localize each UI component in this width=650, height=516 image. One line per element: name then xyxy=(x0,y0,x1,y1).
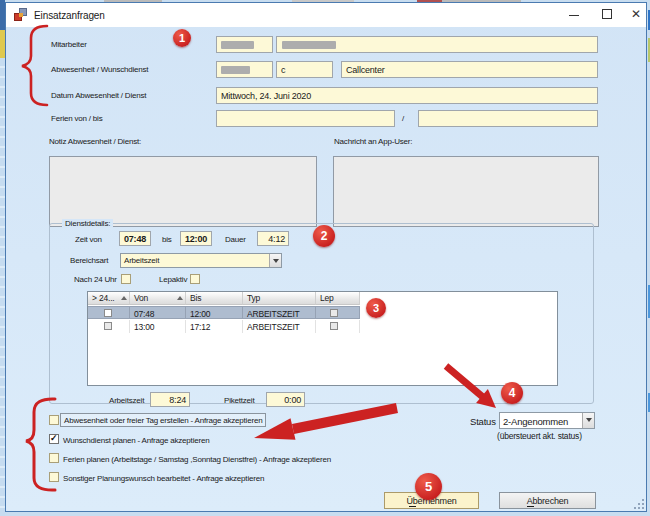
bis-label: bis xyxy=(162,235,172,244)
row-checkbox[interactable] xyxy=(330,322,338,330)
option-1-label: Abwesenheit oder freier Tag erstellen - … xyxy=(60,413,266,427)
notiz-label: Notiz Abwesenheit / Dienst: xyxy=(49,137,141,146)
abwesenheit-code-field[interactable]: c xyxy=(276,61,333,78)
nach24-checkbox[interactable] xyxy=(121,274,131,284)
pikettzeit-field[interactable]: 0:00 xyxy=(266,392,305,407)
abwesenheit-id-field[interactable] xyxy=(216,61,273,78)
option-4-label: Sonstiger Planungswunsch bearbeitet - An… xyxy=(63,474,264,483)
annotation-circle-1: 1 xyxy=(173,29,191,47)
ferien-label: Ferien von / bis xyxy=(51,114,103,123)
abwesenheit-name-field[interactable]: Callcenter xyxy=(341,61,598,78)
bereichsart-value: Arbeitszeit xyxy=(124,256,159,265)
pikettzeit-label: Pikettzeit xyxy=(224,396,254,405)
ferien-bis-field[interactable] xyxy=(418,110,598,127)
col-header-typ[interactable]: Typ xyxy=(243,292,316,305)
zeit-von-label: Zeit von xyxy=(75,235,102,244)
lepaktiv-checkbox[interactable] xyxy=(190,274,200,284)
status-value: 2-Angenommen xyxy=(503,416,568,427)
row-checkbox[interactable] xyxy=(330,309,338,317)
status-note: (übersteuert akt. status) xyxy=(497,431,582,441)
annotation-circle-2: 2 xyxy=(313,225,335,247)
maximize-icon xyxy=(602,9,612,19)
screen: { "window": { "title": "Einsatzanfragen"… xyxy=(0,0,650,516)
col-header-bis[interactable]: Bis xyxy=(186,292,243,305)
bereichsart-combo[interactable]: Arbeitszeit xyxy=(120,253,282,268)
close-icon: ✕ xyxy=(631,7,641,21)
table-row[interactable]: 07:48 12:00 ARBEITSZEIT xyxy=(88,306,360,319)
app-icon xyxy=(14,8,27,21)
status-dropdown-icon[interactable] xyxy=(582,413,594,428)
window-title: Einsatzanfragen xyxy=(34,10,105,21)
datum-field[interactable]: Mittwoch, 24. Juni 2020 xyxy=(216,87,598,104)
nachricht-textarea[interactable] xyxy=(333,156,599,227)
bereichsart-dropdown-icon[interactable] xyxy=(269,254,281,267)
ferien-separator: / xyxy=(402,114,404,123)
mitarbeiter-id-field[interactable] xyxy=(216,36,273,53)
datum-label: Datum Abwesenheit / Dienst xyxy=(51,91,146,100)
nach24-label: Nach 24 Uhr xyxy=(74,275,117,284)
arbeitszeit-label: Arbeitszeit xyxy=(109,396,144,405)
ferien-von-field[interactable] xyxy=(216,110,395,127)
option-2-checkbox[interactable]: ✓ xyxy=(49,434,59,444)
minimize-button[interactable] xyxy=(559,3,588,27)
status-label: Status xyxy=(470,416,496,427)
option-1-checkbox[interactable] xyxy=(49,415,59,425)
row-checkbox[interactable] xyxy=(104,309,112,317)
check-icon: ✓ xyxy=(50,433,58,443)
zeit-von-field[interactable]: 07:48 xyxy=(119,231,151,246)
col-header-lep[interactable]: Lep xyxy=(316,292,360,305)
mitarbeiter-name-field[interactable] xyxy=(276,36,598,53)
resize-grip[interactable] xyxy=(634,499,644,509)
dienstdetails-label: Dienstdetails: xyxy=(62,219,113,228)
status-combo[interactable]: 2-Angenommen xyxy=(499,412,595,429)
mitarbeiter-label: Mitarbeiter xyxy=(51,40,87,49)
abbrechen-button[interactable]: Abbrechen xyxy=(499,492,596,509)
annotation-circle-5: 5 xyxy=(415,473,442,500)
col-header-von[interactable]: Von xyxy=(130,292,186,305)
dienstdetails-groupbox: Dienstdetails: Zeit von 07:48 bis 12:00 … xyxy=(49,223,594,404)
bereichsart-label: Bereichsart xyxy=(70,256,108,265)
col-header-nach24[interactable]: > 24... xyxy=(88,292,130,305)
lepaktiv-label: Lepaktiv xyxy=(159,275,187,284)
dauer-label: Dauer xyxy=(225,235,246,244)
zeiten-table: > 24... Von Bis Typ Lep 07:48 12:00 ARBE… xyxy=(87,291,558,386)
maximize-button[interactable] xyxy=(593,3,622,27)
minimize-icon xyxy=(569,15,579,16)
option-3-checkbox[interactable] xyxy=(49,453,59,463)
nachricht-label: Nachricht an App-User: xyxy=(334,137,412,146)
bis-field[interactable]: 12:00 xyxy=(180,231,212,246)
arbeitszeit-field[interactable]: 8:24 xyxy=(150,392,190,407)
option-3-label: Ferien planen (Arbeitstage / Samstag ,So… xyxy=(63,455,331,464)
dauer-field[interactable]: 4:12 xyxy=(257,231,289,246)
option-4-checkbox[interactable] xyxy=(49,472,59,482)
option-2-label: Wunschdienst planen - Anfrage akzeptiere… xyxy=(63,436,209,445)
close-button[interactable]: ✕ xyxy=(624,3,650,27)
einsatzanfragen-dialog: Einsatzanfragen ✕ Mitarbeiter Abwesenhei… xyxy=(5,2,647,512)
annotation-circle-4: 4 xyxy=(501,382,523,404)
table-row[interactable]: 13:00 17:12 ARBEITSZEIT xyxy=(88,320,360,333)
row-checkbox[interactable] xyxy=(104,322,112,330)
abwesenheit-label: Abwesenheit / Wunschdienst xyxy=(51,65,148,74)
notiz-textarea[interactable] xyxy=(49,156,317,227)
annotation-circle-3: 3 xyxy=(366,298,386,318)
title-bar[interactable]: Einsatzanfragen ✕ xyxy=(6,3,646,27)
